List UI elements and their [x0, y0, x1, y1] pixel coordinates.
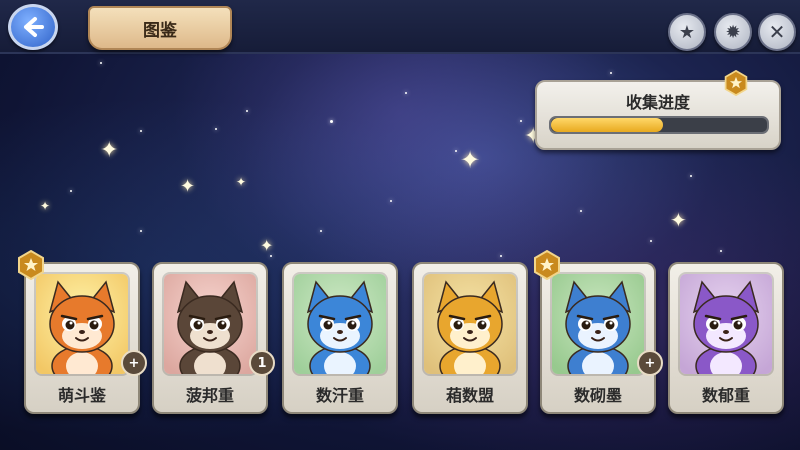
hexagon-star-badge-icon	[724, 70, 748, 96]
creature-card[interactable]: 数汗重	[282, 262, 398, 414]
star-dot	[690, 175, 692, 177]
settings-button[interactable]: ✹	[714, 13, 752, 51]
hexagon-star-badge-icon	[18, 250, 44, 280]
creature-portrait	[678, 272, 774, 376]
creature-name: 萌斗鉴	[57, 386, 106, 405]
star-dot	[520, 120, 522, 122]
sparkle-icon: ✦	[670, 208, 687, 232]
creature-icon	[424, 274, 516, 374]
level-badge[interactable]: 1	[249, 350, 275, 376]
star-icon: ★	[678, 21, 696, 43]
star-dot	[720, 250, 722, 252]
sparkle-icon: ✦	[460, 146, 481, 174]
plus-icon[interactable]: +	[637, 350, 663, 376]
creature-portrait	[162, 272, 258, 376]
creature-icon	[294, 274, 386, 374]
star-dot	[320, 230, 322, 232]
star-dot	[330, 120, 333, 123]
star-dot	[140, 230, 142, 232]
sparkle-icon: ✦	[180, 176, 196, 197]
star-dot	[455, 150, 457, 152]
sparkle-icon: ✦	[40, 199, 51, 213]
creature-portrait	[292, 272, 388, 376]
star-dot	[405, 92, 407, 94]
star-dot	[580, 210, 582, 212]
star-dot	[100, 62, 102, 64]
creature-name: 菠邦重	[185, 386, 234, 405]
hexagon-star-badge-icon	[534, 250, 560, 280]
back-arrow-icon	[24, 17, 44, 37]
star-dot	[246, 110, 248, 112]
star-dot	[140, 130, 142, 132]
creature-icon	[164, 274, 256, 374]
creature-portrait	[550, 272, 646, 376]
plus-icon[interactable]: +	[121, 350, 147, 376]
sparkle-icon: ✦	[236, 175, 247, 189]
star-dot	[390, 200, 392, 202]
page-title: 图鉴	[143, 20, 177, 41]
top-bar: 图鉴 ★ ✹ ✕	[0, 0, 800, 54]
star-dot	[650, 240, 652, 242]
creature-icon	[36, 274, 128, 374]
star-dot	[610, 72, 612, 74]
creature-portrait	[34, 272, 130, 376]
creature-card[interactable]: 萌斗鉴 +	[18, 250, 147, 414]
creature-card[interactable]: 菠邦重 1	[152, 262, 275, 414]
creature-name: 数汗重	[315, 386, 364, 405]
creature-card[interactable]: 数砌墨 +	[534, 250, 663, 414]
progress-bar	[549, 116, 769, 134]
star-dot	[70, 190, 72, 192]
creature-card[interactable]: 葙数盟	[412, 262, 528, 414]
star-dot	[215, 128, 217, 130]
star-dot	[270, 255, 272, 257]
creature-name: 葙数盟	[445, 386, 494, 405]
creature-icon	[552, 274, 644, 374]
sparkle-icon: ✦	[100, 138, 119, 163]
creature-icon	[680, 274, 772, 374]
favorite-button[interactable]: ★	[668, 13, 706, 51]
progress-bar-fill	[551, 118, 664, 132]
back-button[interactable]	[8, 4, 58, 50]
gear-icon: ✹	[725, 21, 741, 43]
page-title-tab: 图鉴	[88, 6, 232, 50]
creature-name: 数砌墨	[573, 386, 622, 405]
creature-portrait	[422, 272, 518, 376]
close-button[interactable]: ✕	[758, 13, 796, 51]
close-icon: ✕	[768, 20, 786, 44]
star-dot	[500, 255, 502, 257]
collection-progress-panel: 收集进度	[535, 70, 781, 150]
creature-card[interactable]: 数郁重	[668, 262, 784, 414]
sparkle-icon: ✦	[260, 236, 274, 255]
creature-name: 数郁重	[701, 386, 750, 405]
